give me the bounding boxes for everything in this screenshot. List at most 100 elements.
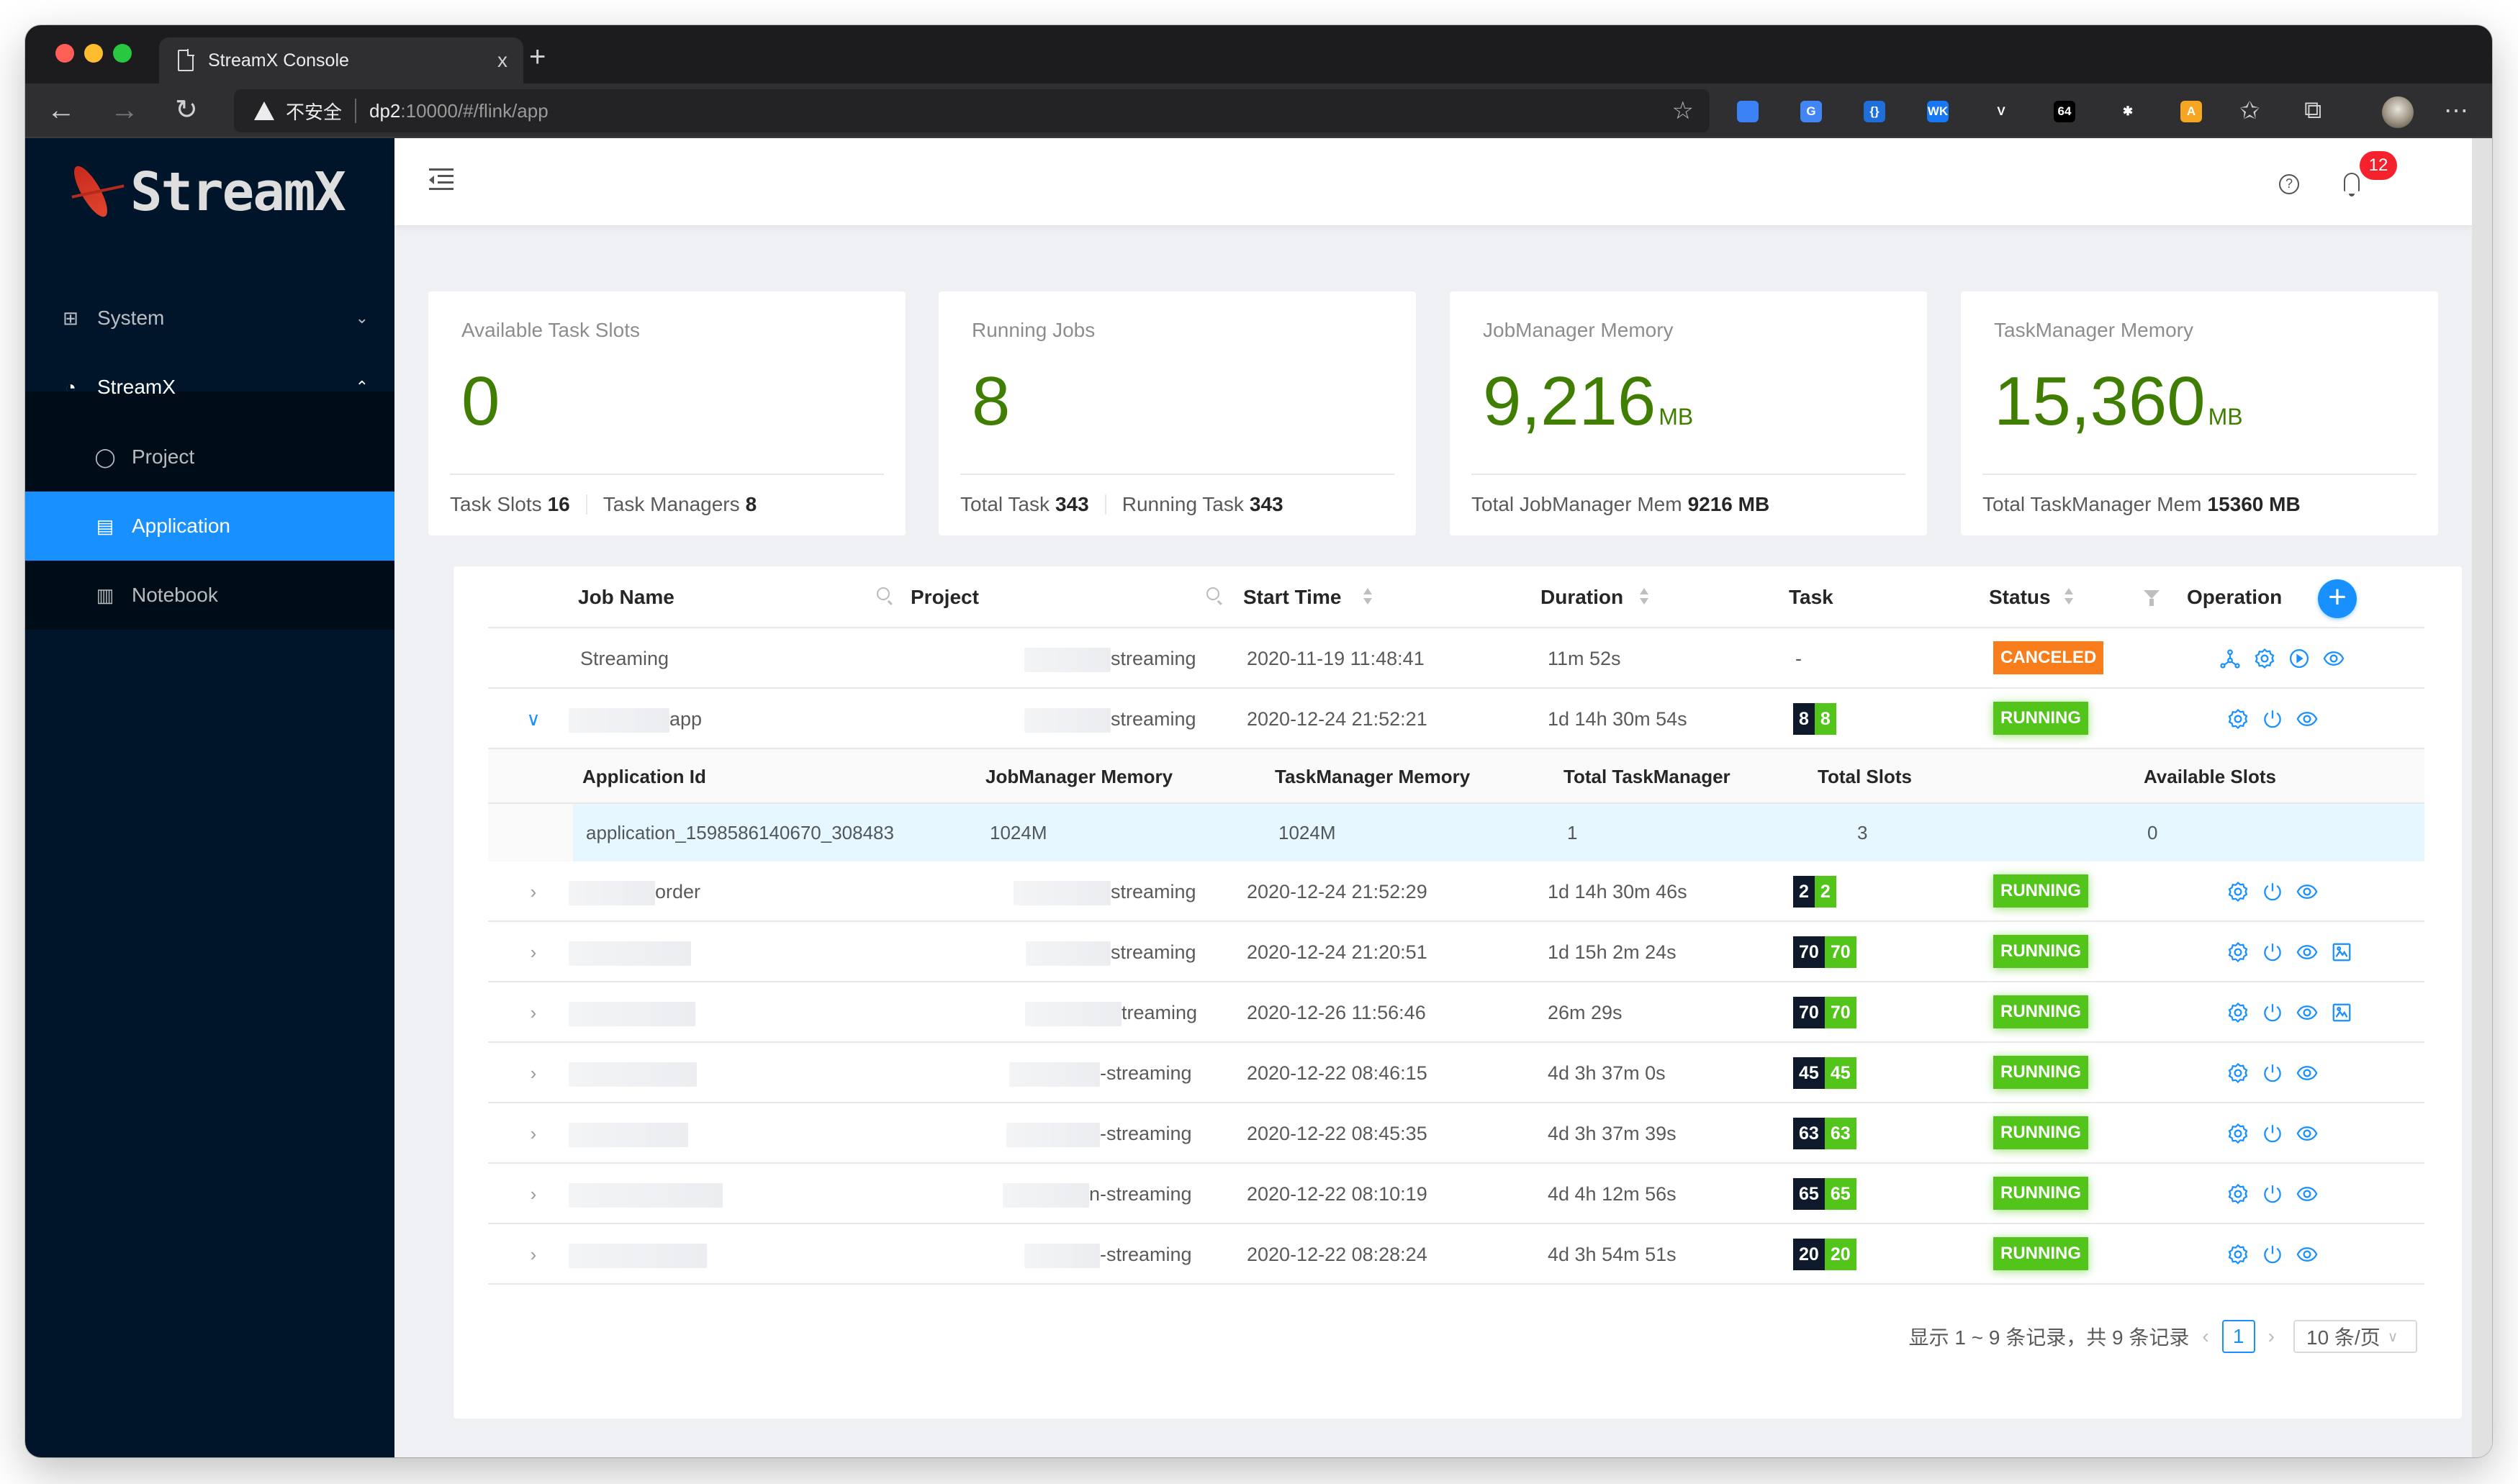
insecure-label[interactable]: 不安全 bbox=[286, 98, 342, 125]
forward-arrow-icon[interactable]: → bbox=[110, 94, 139, 127]
page-1-button[interactable]: 1 bbox=[2221, 1320, 2255, 1353]
job-name[interactable]: Streaming bbox=[580, 648, 669, 669]
sidebar-item-application[interactable]: ▤ Application bbox=[25, 492, 394, 561]
power-icon[interactable] bbox=[2262, 1002, 2283, 1023]
eye-icon[interactable] bbox=[2296, 1244, 2318, 1265]
power-icon[interactable] bbox=[2262, 708, 2283, 730]
scrollbar[interactable] bbox=[2472, 138, 2492, 1457]
sidebar-item-notebook[interactable]: ▥ Notebook bbox=[25, 561, 394, 630]
bell-icon[interactable] bbox=[2344, 173, 2360, 196]
setting-icon[interactable] bbox=[2227, 1002, 2249, 1023]
column-header-start-time[interactable]: Start Time bbox=[1243, 566, 1341, 628]
logo[interactable]: StreamX bbox=[68, 153, 346, 232]
table-row[interactable]: › -streaming 2020-12-22 08:45:35 4d 3h 37m … bbox=[488, 1103, 2424, 1164]
job-name-cell[interactable] bbox=[569, 922, 691, 982]
table-row[interactable]: › -streaming 2020-12-22 08:46:15 4d 3h 37m … bbox=[488, 1043, 2424, 1103]
table-row[interactable]: › treaming 2020-12-26 11:56:46 26m 29s 70 70 R… bbox=[488, 982, 2424, 1043]
table-row[interactable]: › streaming 2020-12-24 21:20:51 1d 15h 2m 2… bbox=[488, 922, 2424, 982]
setting-icon[interactable] bbox=[2227, 1062, 2249, 1084]
setting-icon[interactable] bbox=[2227, 881, 2249, 902]
setting-icon[interactable] bbox=[2227, 1123, 2249, 1144]
chevron-down-icon[interactable]: ∨ bbox=[523, 689, 544, 749]
tab-close-icon[interactable]: x bbox=[497, 49, 507, 72]
power-icon[interactable] bbox=[2262, 1123, 2283, 1144]
sidebar-item-system[interactable]: ⊞ System ⌄ bbox=[25, 284, 394, 353]
sort-icon[interactable] bbox=[1640, 588, 1648, 607]
eye-icon[interactable] bbox=[2296, 881, 2318, 902]
flame-graph-icon[interactable] bbox=[2331, 941, 2352, 963]
job-name-cell[interactable] bbox=[569, 1043, 697, 1103]
eye-icon[interactable] bbox=[2296, 1002, 2318, 1023]
eye-icon[interactable] bbox=[2296, 1062, 2318, 1084]
setting-icon[interactable] bbox=[2227, 1183, 2249, 1205]
eye-icon[interactable] bbox=[2296, 1123, 2318, 1144]
help-icon[interactable]: ? bbox=[2279, 174, 2299, 194]
eye-icon[interactable] bbox=[2296, 1183, 2318, 1205]
ext-base64-icon[interactable]: 64 bbox=[2054, 101, 2075, 122]
sort-icon[interactable] bbox=[2065, 588, 2073, 607]
ext-wk-icon[interactable]: WK bbox=[1927, 101, 1949, 122]
new-tab-button[interactable]: + bbox=[529, 41, 546, 73]
power-icon[interactable] bbox=[2262, 941, 2283, 963]
eye-icon[interactable] bbox=[2296, 941, 2318, 963]
search-icon[interactable] bbox=[1206, 587, 1219, 600]
next-page-button[interactable]: › bbox=[2268, 1325, 2275, 1348]
chevron-right-icon[interactable]: › bbox=[523, 982, 544, 1043]
start-icon[interactable] bbox=[2288, 648, 2310, 669]
ext-google-translate-icon[interactable]: G bbox=[1800, 101, 1822, 122]
prev-page-button[interactable]: ‹ bbox=[2202, 1325, 2208, 1348]
job-name-cell[interactable]: Streaming bbox=[580, 628, 669, 689]
reload-icon[interactable]: ↻ bbox=[175, 94, 198, 127]
address-bar[interactable]: 不安全 dp2 :10000/#/flink/app ☆ bbox=[234, 89, 1710, 132]
flame-graph-icon[interactable] bbox=[2331, 1002, 2352, 1023]
table-row[interactable]: Streaming streaming 2020-11-19 11:48:41 11m… bbox=[488, 628, 2424, 689]
chevron-right-icon[interactable]: › bbox=[523, 1164, 544, 1224]
job-name-cell[interactable] bbox=[569, 982, 695, 1043]
power-icon[interactable] bbox=[2262, 1183, 2283, 1205]
filter-icon[interactable] bbox=[2144, 590, 2160, 606]
setting-icon[interactable] bbox=[2227, 1244, 2249, 1265]
ext-vue-icon[interactable]: V bbox=[1990, 101, 2012, 122]
back-arrow-icon[interactable]: ← bbox=[47, 94, 76, 127]
collections-icon[interactable]: ⧉ bbox=[2304, 96, 2321, 125]
job-name[interactable]: app bbox=[669, 708, 702, 730]
favorites-icon[interactable]: ✩ bbox=[2239, 96, 2260, 125]
job-name-cell[interactable] bbox=[569, 1103, 688, 1164]
job-name-cell[interactable] bbox=[569, 1164, 723, 1224]
power-icon[interactable] bbox=[2262, 1062, 2283, 1084]
table-row[interactable]: › n-streaming 2020-12-22 08:10:19 4d 4h 12m… bbox=[488, 1164, 2424, 1224]
eye-icon[interactable] bbox=[2296, 708, 2318, 730]
browser-tab[interactable]: StreamX Console x bbox=[159, 37, 523, 83]
job-name-cell[interactable] bbox=[569, 1224, 707, 1285]
ext-translate-icon[interactable]: A bbox=[2180, 101, 2202, 122]
sidebar-item-project[interactable]: ◯ Project bbox=[25, 422, 394, 492]
close-window-button[interactable] bbox=[55, 44, 74, 63]
table-row[interactable]: › -streaming 2020-12-22 08:28:24 4d 3h 54m … bbox=[488, 1224, 2424, 1285]
job-name[interactable]: order bbox=[655, 881, 700, 902]
bookmark-star-icon[interactable]: ☆ bbox=[1672, 96, 1694, 125]
job-name-cell[interactable]: order bbox=[569, 861, 700, 922]
ext-badge-icon[interactable] bbox=[1737, 101, 1759, 122]
more-menu-icon[interactable]: ⋯ bbox=[2444, 96, 2468, 125]
setting-icon[interactable] bbox=[2227, 941, 2249, 963]
chevron-right-icon[interactable]: › bbox=[523, 922, 544, 982]
job-name-cell[interactable]: app bbox=[569, 689, 702, 749]
ext-colorful-icon[interactable]: ✱ bbox=[2117, 101, 2139, 122]
chevron-right-icon[interactable]: › bbox=[523, 1224, 544, 1285]
column-header-status[interactable]: Status bbox=[1989, 566, 2051, 628]
table-row[interactable]: › order streaming 2020-12-24 21:52:29 1d 14h… bbox=[488, 861, 2424, 922]
maximize-window-button[interactable] bbox=[113, 44, 132, 63]
chevron-right-icon[interactable]: › bbox=[523, 1043, 544, 1103]
eye-icon[interactable] bbox=[2323, 648, 2345, 669]
notification-badge[interactable]: 12 bbox=[2360, 151, 2397, 180]
menu-fold-icon[interactable] bbox=[429, 168, 453, 191]
table-row[interactable]: ∨ app streaming 2020-12-24 21:52:21 1d 14h 3… bbox=[488, 689, 2424, 749]
profile-avatar[interactable] bbox=[2382, 96, 2414, 128]
sidebar-item-streamx[interactable]: ◔ StreamX ⌃ bbox=[25, 353, 394, 422]
power-icon[interactable] bbox=[2262, 1244, 2283, 1265]
setting-icon[interactable] bbox=[2254, 648, 2275, 669]
minimize-window-button[interactable] bbox=[84, 44, 103, 63]
power-icon[interactable] bbox=[2262, 881, 2283, 902]
ext-json-icon[interactable]: {} bbox=[1864, 101, 1885, 122]
chevron-right-icon[interactable]: › bbox=[523, 1103, 544, 1164]
